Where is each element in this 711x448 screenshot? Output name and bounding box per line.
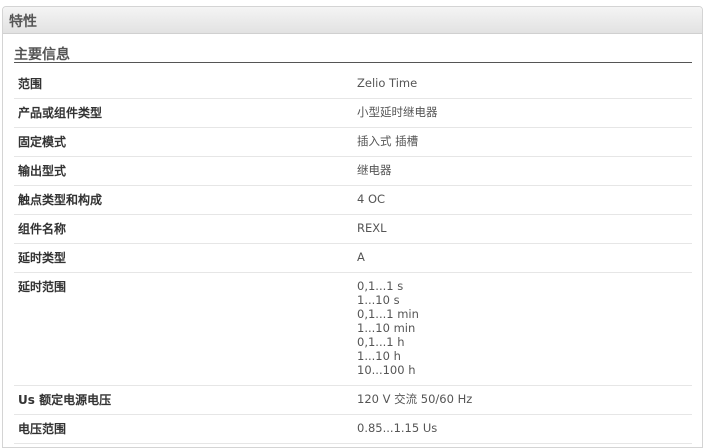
spec-value: 0.85...1.15 Us <box>357 421 437 435</box>
spec-row: Us 额定电源电压 120 V 交流 50/60 Hz <box>14 386 692 415</box>
spec-value: 120 V 交流 50/60 Hz <box>357 392 472 406</box>
spec-row: 固定模式 插入式 插槽 <box>14 128 692 157</box>
spec-value-line: 10...100 h <box>357 363 416 377</box>
spec-label: 输出型式 <box>18 164 67 178</box>
characteristics-panel: 特性 主要信息 范围 Zelio Time 产品或组件类型 小型延时继电器 固定… <box>2 6 703 448</box>
spec-value-line: 0,1...1 s <box>357 279 404 293</box>
spec-label: 范围 <box>18 77 43 91</box>
spec-value-line: 1...10 h <box>357 349 401 363</box>
spec-value-line: Zelio Time <box>357 76 418 90</box>
spec-label: 组件名称 <box>18 222 67 236</box>
spec-row: 触点类型和构成 4 OC <box>14 186 692 215</box>
spec-value: 继电器 <box>357 163 392 177</box>
spec-label: 延时类型 <box>18 251 67 265</box>
spec-value: 4 OC <box>357 192 385 206</box>
spec-label: 产品或组件类型 <box>18 106 103 120</box>
spec-value-line: 小型延时继电器 <box>357 105 438 119</box>
spec-value-line: 继电器 <box>357 163 392 177</box>
panel-title: 特性 <box>9 14 37 30</box>
spec-row: 产品或组件类型 小型延时继电器 <box>14 99 692 128</box>
spec-row: 范围 Zelio Time <box>14 70 692 99</box>
section-title: 主要信息 <box>14 47 70 63</box>
spec-table: 范围 Zelio Time 产品或组件类型 小型延时继电器 固定模式 插入式 插… <box>14 70 692 444</box>
spec-row: 延时类型 A <box>14 244 692 273</box>
spec-value-line: 1...10 s <box>357 293 400 307</box>
spec-value-line: REXL <box>357 221 387 235</box>
spec-row: 组件名称 REXL <box>14 215 692 244</box>
spec-value-line: 插入式 插槽 <box>357 134 419 148</box>
section-divider <box>14 62 692 63</box>
spec-value-line: 1...10 min <box>357 321 416 335</box>
spec-row: 延时范围 0,1...1 s 1...10 s 0,1...1 min 1...… <box>14 273 692 386</box>
spec-label: 延时范围 <box>18 280 67 294</box>
spec-label: Us 额定电源电压 <box>18 393 112 407</box>
spec-value-line: 120 V 交流 50/60 Hz <box>357 392 473 406</box>
spec-value-line: 0.85...1.15 Us <box>357 421 438 435</box>
spec-value: Zelio Time <box>357 76 417 90</box>
spec-value-line: A <box>357 250 365 264</box>
spec-label: 电压范围 <box>18 422 67 436</box>
spec-label: 触点类型和构成 <box>18 193 103 207</box>
panel-header <box>3 7 702 34</box>
spec-row: 输出型式 继电器 <box>14 157 692 186</box>
spec-label: 固定模式 <box>18 135 67 149</box>
spec-value-line: 0,1...1 h <box>357 335 405 349</box>
spec-value: 小型延时继电器 <box>357 105 438 119</box>
spec-value-line: 0,1...1 min <box>357 307 419 321</box>
spec-value: A <box>357 250 365 264</box>
spec-row: 电压范围 0.85...1.15 Us <box>14 415 692 444</box>
spec-value: 0,1...1 s 1...10 s 0,1...1 min 1...10 mi… <box>357 279 419 377</box>
spec-value-line: 4 OC <box>357 192 386 206</box>
spec-value: 插入式 插槽 <box>357 134 418 148</box>
spec-value: REXL <box>357 221 387 235</box>
